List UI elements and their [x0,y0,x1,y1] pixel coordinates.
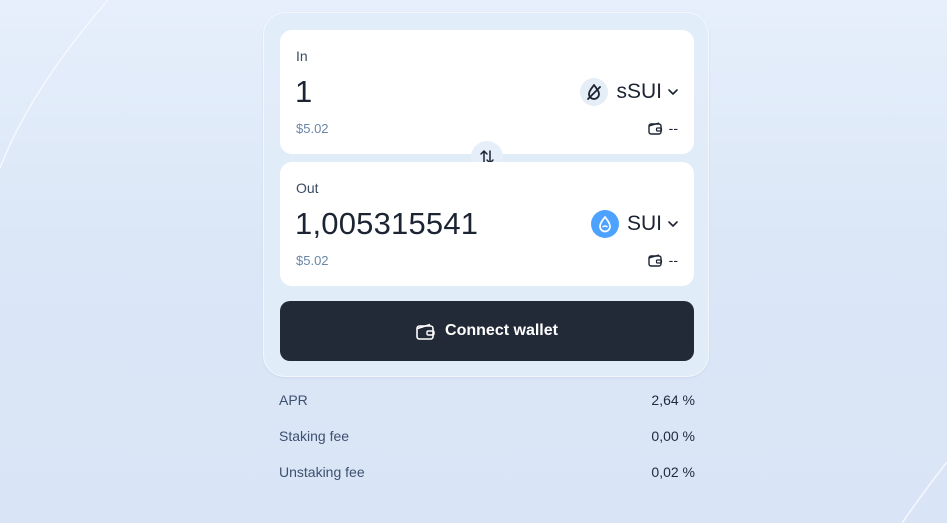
stat-row-staking-fee: Staking fee 0,00 % [279,428,695,464]
stat-value: 0,02 % [651,464,695,480]
input-usd-value: $5.02 [296,121,329,136]
input-label: In [296,48,308,64]
output-usd-value: $5.02 [296,253,329,268]
connect-wallet-label: Connect wallet [445,322,558,339]
sui-drop-icon [590,210,619,238]
input-balance: -- [647,120,678,136]
wallet-icon [647,253,663,267]
stat-label: APR [279,392,308,408]
stat-row-unstaking-fee: Unstaking fee 0,02 % [279,464,695,500]
chevron-down-icon [668,220,678,228]
wallet-icon [647,121,663,135]
input-amount[interactable]: 1 [295,74,312,110]
wallet-icon [416,323,435,340]
input-balance-value: -- [668,120,678,136]
output-label: Out [296,180,319,196]
swap-panel: In 1 $5.02 sSUI -- Out 1,005315541 $5.02… [263,12,709,377]
chevron-down-icon [668,88,678,96]
stat-row-apr: APR 2,64 % [279,392,695,428]
stat-label: Staking fee [279,428,350,444]
output-card: Out 1,005315541 $5.02 SUI -- [280,162,694,286]
output-balance: -- [647,252,678,268]
output-token-symbol: SUI [626,212,662,235]
input-card: In 1 $5.02 sSUI -- [280,30,694,154]
output-amount: 1,005315541 [295,206,479,241]
connect-wallet-button[interactable]: Connect wallet [280,301,694,361]
stat-value: 0,00 % [651,428,695,444]
input-token-symbol: sSUI [616,80,662,103]
stat-value: 2,64 % [651,392,695,408]
output-balance-value: -- [668,252,678,268]
stat-label: Unstaking fee [279,464,365,480]
output-token-selector[interactable]: SUI [590,209,678,239]
ssui-drop-icon [580,78,609,106]
input-token-selector[interactable]: sSUI [580,77,678,107]
stats-list: APR 2,64 % Staking fee 0,00 % Unstaking … [279,392,695,500]
